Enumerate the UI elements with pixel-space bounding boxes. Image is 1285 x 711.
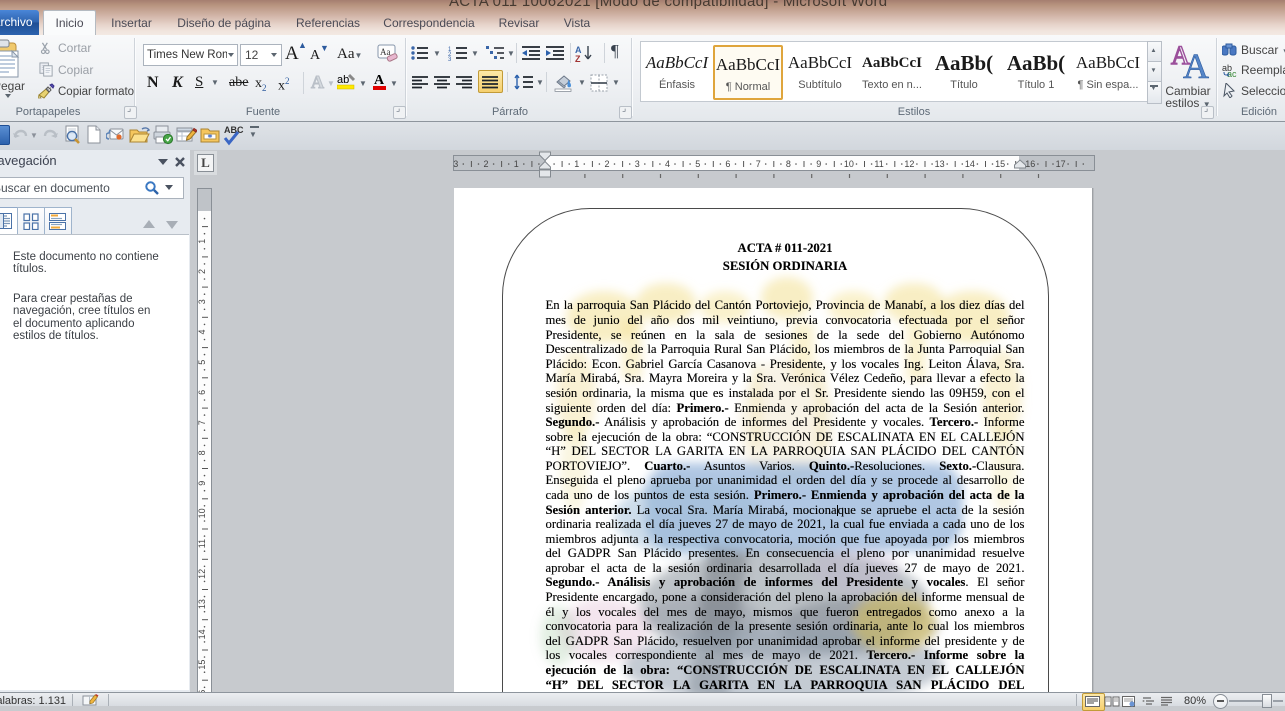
svg-text:11: 11 [874,159,883,169]
svg-text:12: 12 [904,159,914,169]
svg-text:3: 3 [197,299,207,304]
svg-text:9: 9 [816,159,821,169]
svg-text:A: A [374,73,385,88]
svg-text:3: 3 [635,159,640,169]
svg-text:15: 15 [197,660,207,670]
svg-text:4: 4 [197,329,207,334]
svg-text:8: 8 [786,159,791,169]
svg-text:1: 1 [574,159,579,169]
svg-text:12: 12 [197,569,207,579]
svg-text:5: 5 [197,360,207,365]
svg-text:7: 7 [756,159,761,169]
svg-text:3: 3 [453,159,458,169]
svg-text:ab: ab [337,74,349,86]
svg-text:Aa: Aa [380,47,391,57]
svg-text:5: 5 [695,159,700,169]
svg-text:14: 14 [197,629,207,639]
svg-text:13: 13 [197,599,207,609]
svg-text:3: 3 [448,57,452,61]
svg-text:A: A [1183,46,1209,79]
svg-text:4: 4 [665,159,670,169]
svg-text:2: 2 [197,269,207,274]
svg-text:6: 6 [725,159,730,169]
svg-text:13: 13 [935,159,945,169]
svg-text:17: 17 [1056,159,1066,169]
svg-text:11: 11 [197,539,207,548]
svg-text:10: 10 [844,159,854,169]
svg-text:1: 1 [197,239,207,244]
svg-text:Z: Z [575,54,581,63]
svg-text:8: 8 [197,450,207,455]
svg-text:1: 1 [514,159,519,169]
svg-text:7: 7 [197,420,207,425]
svg-text:15: 15 [995,159,1005,169]
svg-text:2: 2 [483,159,488,169]
svg-text:6: 6 [197,390,207,395]
svg-text:14: 14 [965,159,975,169]
svg-text:2: 2 [604,159,609,169]
svg-text:ABC: ABC [224,125,244,135]
svg-text:10: 10 [197,508,207,518]
svg-text:9: 9 [197,481,207,486]
